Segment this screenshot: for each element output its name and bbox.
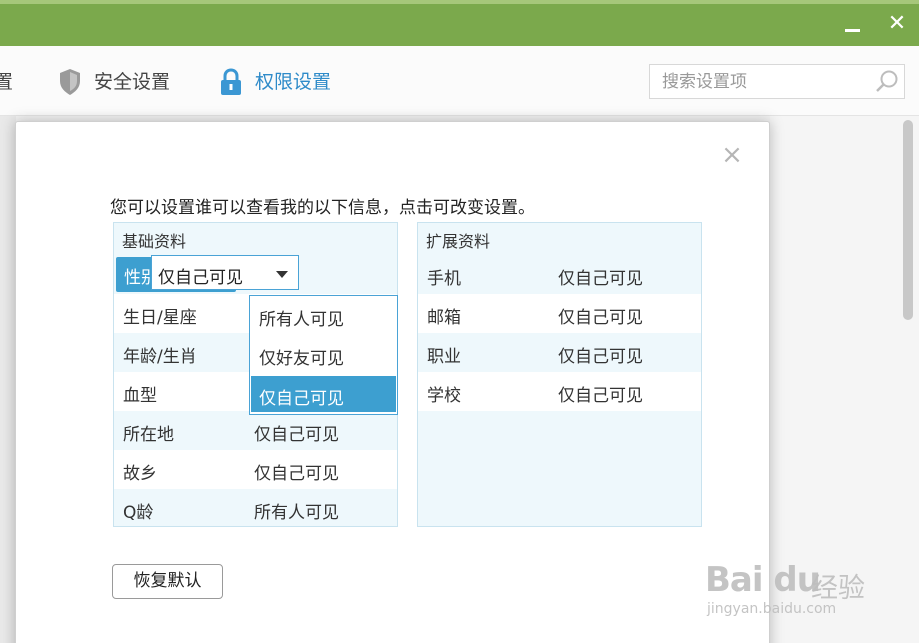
watermark-label: 经验 bbox=[811, 573, 865, 604]
row-key: 邮箱 bbox=[427, 308, 461, 328]
row-value: 仅自己可见 bbox=[254, 425, 339, 445]
search-box bbox=[649, 64, 905, 99]
row-key: 手机 bbox=[427, 269, 461, 289]
table-row[interactable]: 所在地 仅自己可见 bbox=[114, 411, 397, 450]
table-row[interactable]: 邮箱 仅自己可见 bbox=[418, 294, 701, 333]
table-row[interactable]: 故乡 仅自己可见 bbox=[114, 450, 397, 489]
restore-default-button[interactable]: 恢复默认 bbox=[112, 564, 223, 599]
panel-title: 基础资料 bbox=[122, 232, 187, 251]
chevron-down-icon bbox=[276, 271, 288, 278]
row-value: 仅自己可见 bbox=[254, 464, 339, 484]
search-icon[interactable] bbox=[874, 69, 900, 95]
visibility-select[interactable]: 仅自己可见 bbox=[151, 255, 299, 290]
close-icon[interactable]: × bbox=[721, 142, 743, 168]
row-value: 所有人可见 bbox=[254, 503, 339, 523]
row-key: 学校 bbox=[427, 386, 461, 406]
permission-dialog: × 您可以设置谁可以查看我的以下信息，点击可改变设置。 基础资料 性别 生日/星… bbox=[15, 121, 770, 643]
dropdown-option-everyone[interactable]: 所有人可见 bbox=[251, 297, 396, 333]
table-row[interactable]: 学校 仅自己可见 bbox=[418, 372, 701, 411]
nav-item-label: 置 bbox=[0, 71, 14, 93]
row-key: Q龄 bbox=[123, 503, 154, 523]
nav-item-label: 安全设置 bbox=[94, 71, 171, 93]
select-current-value: 仅自己可见 bbox=[158, 268, 243, 288]
row-key: 生日/星座 bbox=[123, 308, 197, 328]
watermark-logo: Bai du 经验 jingyan.baidu.com bbox=[703, 548, 873, 628]
row-key: 职业 bbox=[427, 347, 461, 367]
lock-icon bbox=[219, 68, 243, 96]
shield-icon bbox=[58, 68, 82, 96]
extended-info-panel: 扩展资料 手机 仅自己可见 邮箱 仅自己可见 职业 仅自己可见 学校 仅自己可见 bbox=[417, 222, 702, 527]
dropdown-option-friends[interactable]: 仅好友可见 bbox=[251, 336, 396, 372]
row-value: 仅自己可见 bbox=[558, 347, 643, 367]
table-row[interactable]: Q龄 所有人可见 bbox=[114, 489, 397, 528]
table-row[interactable]: 手机 仅自己可见 bbox=[418, 255, 701, 294]
row-value: 仅自己可见 bbox=[558, 308, 643, 328]
background-content bbox=[0, 116, 16, 643]
watermark-url: jingyan.baidu.com bbox=[707, 601, 837, 617]
row-value: 仅自己可见 bbox=[558, 386, 643, 406]
row-value: 仅自己可见 bbox=[558, 269, 643, 289]
visibility-dropdown-menu: 所有人可见 仅好友可见 仅自己可见 bbox=[249, 295, 398, 415]
minimize-icon[interactable] bbox=[841, 12, 865, 36]
row-key: 所在地 bbox=[123, 425, 174, 445]
row-key: 故乡 bbox=[123, 464, 157, 484]
nav-item-label: 权限设置 bbox=[255, 71, 332, 93]
dropdown-option-self[interactable]: 仅自己可见 bbox=[251, 376, 396, 412]
scrollbar-thumb[interactable] bbox=[903, 120, 913, 320]
dialog-intro-text: 您可以设置谁可以查看我的以下信息，点击可改变设置。 bbox=[110, 198, 535, 218]
title-bar-sheen bbox=[0, 0, 919, 4]
row-key: 血型 bbox=[123, 386, 157, 406]
row-key: 年龄/生肖 bbox=[123, 347, 197, 367]
close-window-icon[interactable]: ✕ bbox=[885, 12, 909, 36]
search-input[interactable] bbox=[650, 65, 870, 98]
table-row[interactable]: 职业 仅自己可见 bbox=[418, 333, 701, 372]
title-bar: ✕ bbox=[0, 0, 919, 46]
watermark-brand: Bai du bbox=[705, 560, 821, 600]
panel-title: 扩展资料 bbox=[426, 232, 491, 251]
